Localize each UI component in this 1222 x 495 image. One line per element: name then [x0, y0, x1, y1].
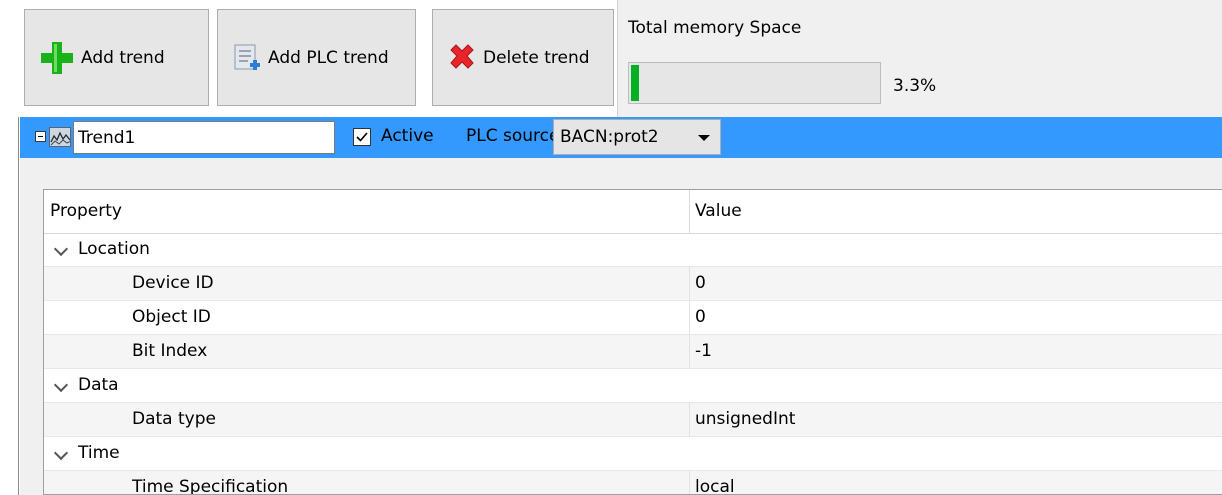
property-value[interactable]: unsignedInt	[695, 409, 795, 429]
property-row-data-type[interactable]: Data type unsignedInt	[44, 403, 1222, 437]
chevron-down-icon[interactable]	[53, 445, 69, 461]
plus-icon	[41, 41, 73, 74]
group-row-location[interactable]: Location	[44, 233, 1222, 267]
value-column-header[interactable]: Value	[695, 201, 742, 221]
property-row-device-id[interactable]: Device ID 0	[44, 267, 1222, 301]
group-row-data[interactable]: Data	[44, 369, 1222, 403]
left-border	[18, 117, 19, 495]
toolbar: Add trend Add PLC trend Delete trend Tot…	[0, 0, 1222, 117]
property-key: Data type	[132, 409, 216, 429]
plc-source-value: BACN:prot2	[560, 127, 659, 147]
group-row-time[interactable]: Time	[44, 437, 1222, 471]
group-label: Time	[78, 443, 120, 463]
memory-percent: 3.3%	[893, 76, 937, 96]
memory-title: Total memory Space	[628, 18, 802, 38]
property-row-bit-index[interactable]: Bit Index -1	[44, 335, 1222, 369]
chevron-down-icon[interactable]	[53, 241, 69, 257]
memory-panel: Total memory Space 3.3%	[617, 0, 1222, 117]
dropdown-arrow-icon	[698, 135, 710, 141]
plc-source-select[interactable]: BACN:prot2	[553, 119, 721, 155]
grid-header: Property Value	[44, 190, 1222, 234]
collapse-toggle-icon[interactable]	[35, 131, 46, 142]
add-plc-trend-button[interactable]: Add PLC trend	[217, 9, 416, 106]
memory-progress-bar	[628, 62, 881, 104]
delete-trend-button[interactable]: Delete trend	[432, 9, 614, 106]
property-key: Object ID	[132, 307, 211, 327]
property-column-header[interactable]: Property	[50, 201, 122, 221]
active-checkbox[interactable]	[353, 128, 371, 146]
property-row-time-specification[interactable]: Time Specification local	[44, 471, 1222, 495]
trend-header-row: Active PLC source BACN:prot2	[20, 117, 1222, 158]
chevron-down-icon[interactable]	[53, 377, 69, 393]
add-trend-label: Add trend	[81, 47, 165, 68]
add-trend-button[interactable]: Add trend	[24, 9, 209, 106]
plc-source-label: PLC source	[466, 126, 553, 146]
delete-trend-label: Delete trend	[483, 47, 590, 68]
active-label: Active	[381, 126, 434, 146]
property-key: Time Specification	[132, 477, 289, 495]
trend-chart-icon	[49, 127, 71, 147]
property-grid: Property Value Location Device ID 0 Obje…	[43, 189, 1222, 495]
property-value[interactable]: -1	[695, 341, 712, 361]
property-key: Bit Index	[132, 341, 208, 361]
property-key: Device ID	[132, 273, 214, 293]
group-label: Data	[78, 375, 119, 395]
add-plc-trend-label: Add PLC trend	[268, 47, 389, 68]
delete-x-icon	[450, 43, 474, 69]
properties-panel: Property Value Location Device ID 0 Obje…	[20, 158, 1222, 495]
memory-progress-fill	[631, 65, 640, 101]
trend-name-input[interactable]	[73, 121, 335, 154]
property-value[interactable]: 0	[695, 307, 706, 327]
property-value[interactable]: local	[695, 477, 735, 494]
checkmark-icon	[356, 132, 368, 142]
property-value[interactable]: 0	[695, 273, 706, 293]
group-label: Location	[78, 239, 150, 259]
add-plc-document-icon	[234, 44, 260, 70]
property-row-object-id[interactable]: Object ID 0	[44, 301, 1222, 335]
